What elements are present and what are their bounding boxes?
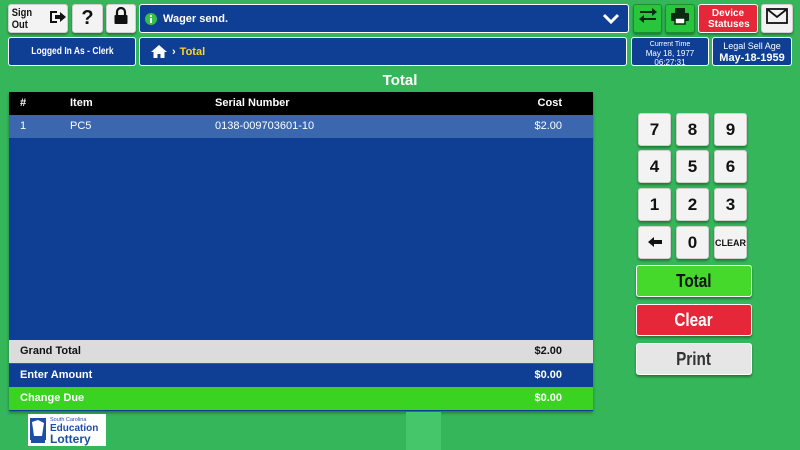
info-icon: [145, 12, 157, 25]
sc-education-lottery-logo: South Carolina Education Lottery: [28, 414, 106, 446]
row-cost: $2.00: [534, 120, 562, 132]
breadcrumb-current: Total: [179, 45, 206, 58]
sign-out-label: Sign Out: [11, 6, 33, 31]
grand-total-label: Grand Total: [20, 345, 81, 357]
print-button-label: Print: [676, 348, 712, 369]
legal-sell-age-box: Legal Sell Age May-18-1959: [712, 37, 792, 66]
key-2[interactable]: 2: [676, 188, 709, 221]
exit-arrow-icon: [49, 10, 67, 27]
page-title: Total: [382, 72, 418, 89]
clear-button[interactable]: Clear: [636, 304, 752, 336]
row-item: PC5: [70, 120, 92, 132]
col-header-item: Item: [70, 97, 93, 109]
legal-age-date: May-18-1959: [719, 52, 785, 64]
home-icon[interactable]: [150, 44, 168, 59]
swap-arrows-icon: [638, 7, 658, 30]
enter-amount-row[interactable]: Enter Amount $0.00: [9, 363, 593, 386]
key-0[interactable]: 0: [676, 226, 709, 259]
row-serial: 0138-009703601-10: [215, 120, 315, 132]
bottom-tab[interactable]: [406, 412, 441, 450]
enter-amount-value: $0.00: [534, 369, 562, 381]
mail-button[interactable]: [761, 4, 793, 33]
ticket-table: # Item Serial Number Cost 1 PC5 0138-009…: [9, 92, 593, 411]
logo-line3: Lottery: [50, 432, 91, 446]
backspace-arrow-icon: [647, 233, 663, 253]
table-row[interactable]: 1 PC5 0138-009703601-10 $2.00: [9, 115, 593, 138]
swap-button[interactable]: [633, 4, 662, 33]
chevron-down-icon: [602, 12, 620, 29]
col-header-cost: Cost: [537, 97, 562, 109]
backspace-key[interactable]: [638, 226, 671, 259]
key-3[interactable]: 3: [714, 188, 747, 221]
total-button[interactable]: Total: [636, 265, 752, 297]
current-time: 06:27:31: [654, 58, 686, 67]
message-dropdown[interactable]: Wager send.: [139, 4, 629, 33]
key-8[interactable]: 8: [676, 113, 709, 146]
keypad-clear-key[interactable]: CLEAR: [714, 226, 747, 259]
change-due-label: Change Due: [20, 392, 85, 404]
legal-age-label: Legal Sell Age: [723, 41, 781, 51]
chevron-right-icon: ›: [172, 45, 176, 58]
logged-in-label: Logged In As - Clerk: [30, 46, 114, 57]
table-header: # Item Serial Number Cost: [9, 92, 593, 115]
total-button-label: Total: [676, 270, 712, 291]
lock-icon: [113, 6, 129, 30]
lock-button[interactable]: [106, 4, 136, 33]
current-date: May 18, 1977: [645, 49, 695, 58]
help-button[interactable]: ?: [72, 4, 103, 33]
envelope-icon: [766, 8, 788, 29]
clear-button-label: Clear: [674, 309, 714, 330]
change-due-value: $0.00: [534, 392, 562, 404]
key-7[interactable]: 7: [638, 113, 671, 146]
breadcrumb: › Total: [139, 37, 627, 66]
current-time-label: Current Time: [649, 41, 691, 48]
question-icon: ?: [81, 7, 94, 29]
device-statuses-button[interactable]: Device Statuses: [698, 4, 758, 33]
row-num: 1: [20, 120, 27, 132]
message-text: Wager send.: [163, 12, 228, 25]
key-6[interactable]: 6: [714, 150, 747, 183]
grand-total-row: Grand Total $2.00: [9, 340, 593, 363]
col-header-serial: Serial Number: [215, 97, 290, 109]
current-time-box: Current Time May 18, 1977 06:27:31: [631, 37, 709, 67]
print-button[interactable]: Print: [636, 343, 752, 375]
enter-amount-label: Enter Amount: [20, 369, 93, 381]
key-1[interactable]: 1: [638, 188, 671, 221]
printer-button[interactable]: [665, 4, 695, 33]
printer-icon: [670, 7, 690, 30]
col-header-num: #: [20, 97, 27, 109]
device-statuses-label: Device Statuses: [708, 7, 750, 30]
grand-total-value: $2.00: [534, 345, 562, 357]
key-9[interactable]: 9: [714, 113, 747, 146]
change-due-row: Change Due $0.00: [9, 387, 593, 410]
sign-out-button[interactable]: Sign Out: [8, 4, 68, 33]
key-4[interactable]: 4: [638, 150, 671, 183]
key-5[interactable]: 5: [676, 150, 709, 183]
logged-in-status: Logged In As - Clerk: [8, 37, 136, 66]
